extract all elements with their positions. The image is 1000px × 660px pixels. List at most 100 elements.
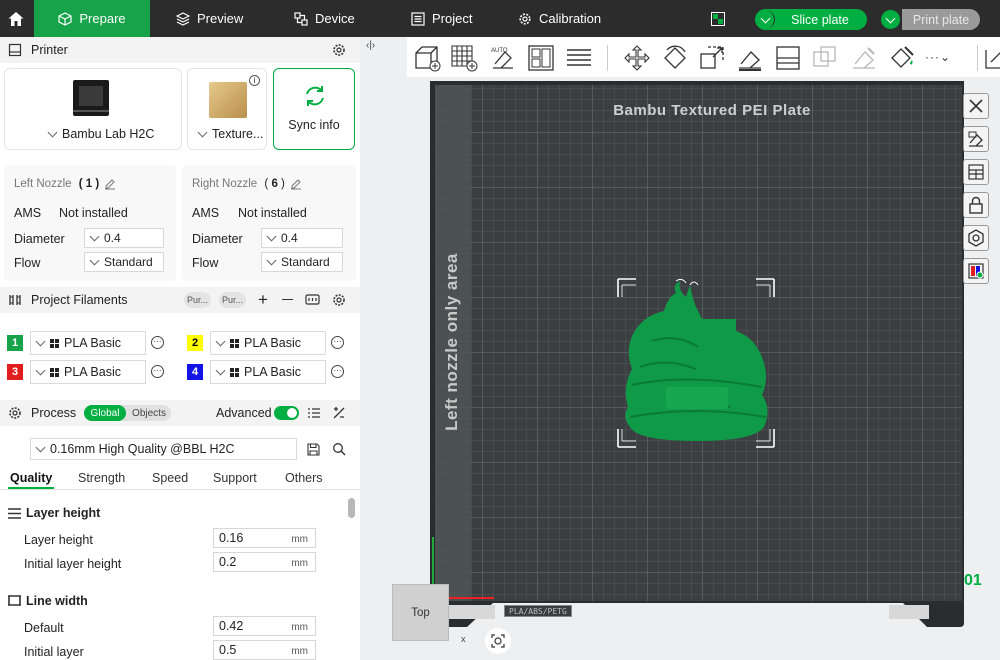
purge-pill-2[interactable]: Pur...: [219, 292, 246, 308]
close-view-icon[interactable]: [963, 93, 989, 119]
filament-brand-icon: [230, 367, 239, 377]
orient-plate-icon[interactable]: [963, 126, 989, 152]
tab-project[interactable]: Project: [411, 0, 472, 37]
lay-on-face-icon[interactable]: [735, 43, 765, 73]
home-icon[interactable]: [0, 0, 32, 37]
tab-preview[interactable]: Preview: [176, 0, 243, 37]
filament-brand-icon: [50, 338, 59, 348]
reset-view-button[interactable]: [485, 628, 511, 654]
purge-pill-1[interactable]: Pur...: [184, 292, 211, 308]
right-diameter-select[interactable]: 0.4: [261, 228, 343, 248]
remove-filament-icon[interactable]: [282, 299, 293, 301]
layers-split-icon[interactable]: [564, 43, 594, 73]
left-diameter-select[interactable]: 0.4: [84, 228, 164, 248]
arrange-plate-icon[interactable]: [963, 159, 989, 185]
objects-option[interactable]: Objects: [128, 405, 170, 421]
filament-map-icon[interactable]: [963, 258, 989, 284]
print-plate-button[interactable]: Print plate: [880, 9, 980, 30]
auto-orient-icon[interactable]: AUTO: [488, 43, 518, 73]
filament-more-icon[interactable]: ···: [331, 365, 344, 378]
filament-select-3[interactable]: PLA Basic: [30, 360, 146, 384]
default-line-width-input[interactable]: 0.42 mm: [213, 616, 316, 636]
save-icon[interactable]: [307, 443, 320, 456]
filament-more-icon[interactable]: ···: [151, 365, 164, 378]
more-tools-icon[interactable]: ···⌄: [925, 50, 951, 64]
boolean-icon[interactable]: [810, 43, 840, 73]
multi-plate-icon[interactable]: [711, 12, 725, 26]
plate-number[interactable]: 01: [964, 572, 982, 590]
device-icon: [294, 11, 308, 26]
layer-height-input[interactable]: 0.16 mm: [213, 528, 316, 548]
info-icon[interactable]: i: [249, 75, 260, 86]
right-ams-value: Not installed: [238, 206, 307, 220]
tab-calibration[interactable]: Calibration: [518, 0, 601, 37]
filament-select-2[interactable]: PLA Basic: [210, 331, 326, 355]
measure-icon[interactable]: [982, 43, 1000, 73]
printer-settings-icon[interactable]: [332, 43, 346, 57]
add-filament-icon[interactable]: +: [258, 290, 268, 310]
slice-dropdown-icon[interactable]: [756, 10, 775, 29]
edit-icon[interactable]: [290, 178, 302, 190]
global-objects-toggle[interactable]: Global Objects: [84, 405, 171, 421]
printer-section-header: Printer: [0, 37, 360, 63]
left-flow-select[interactable]: Standard: [84, 252, 164, 272]
move-icon[interactable]: [622, 43, 652, 73]
default-line-width-label: Default: [24, 621, 64, 635]
sync-info-button[interactable]: Sync info: [273, 68, 355, 150]
filament-select-1[interactable]: PLA Basic: [30, 331, 146, 355]
plate-thumbnail: [209, 82, 247, 118]
advanced-label: Advanced: [216, 406, 272, 420]
printer-model-selector[interactable]: Bambu Lab H2C: [43, 127, 154, 141]
filament-more-icon[interactable]: ···: [151, 336, 164, 349]
tab-prepare[interactable]: Prepare: [34, 0, 150, 37]
3d-viewport[interactable]: ‹|› AUTO ···⌄ Bambu Textured PEI Plate L…: [360, 37, 1000, 660]
rotate-icon[interactable]: [660, 43, 690, 73]
tab-support[interactable]: Support: [213, 471, 257, 485]
tab-quality[interactable]: Quality: [10, 471, 52, 485]
lock-icon[interactable]: [963, 192, 989, 218]
right-flow-value: Standard: [281, 255, 330, 269]
scale-icon[interactable]: [697, 43, 727, 73]
plate-settings-icon[interactable]: [963, 225, 989, 251]
compare-icon[interactable]: [332, 406, 346, 420]
settings-scrollbar[interactable]: [348, 498, 355, 518]
print-dropdown-icon[interactable]: [881, 10, 900, 29]
collapse-sidebar-icon[interactable]: ‹|›: [366, 40, 375, 51]
tab-others[interactable]: Others: [285, 471, 323, 485]
right-nozzle-header: Right Nozzle ( 6 ): [192, 178, 285, 190]
chevron-down-icon: [89, 255, 100, 266]
edit-icon[interactable]: [104, 178, 116, 190]
search-icon[interactable]: [332, 442, 346, 456]
right-nozzle-index-close: ): [277, 178, 285, 190]
plate-selector[interactable]: Texture...: [193, 127, 263, 141]
layer-height-value: 0.16: [219, 531, 244, 545]
advanced-toggle[interactable]: [274, 406, 299, 420]
chevron-down-icon: [197, 127, 208, 138]
initial-layer-line-width-input[interactable]: 0.5 mm: [213, 640, 316, 660]
initial-layer-height-input[interactable]: 0.2 mm: [213, 552, 316, 572]
add-plate-icon[interactable]: [449, 43, 479, 73]
cut-icon[interactable]: [773, 43, 803, 73]
printer-model-card[interactable]: Bambu Lab H2C: [4, 68, 182, 150]
support-paint-icon[interactable]: [849, 43, 879, 73]
filament-select-4[interactable]: PLA Basic: [210, 360, 326, 384]
filament-settings-icon[interactable]: [332, 293, 346, 307]
list-view-icon[interactable]: [307, 406, 321, 420]
color-paint-icon[interactable]: [887, 43, 917, 73]
line-width-icon: [8, 595, 21, 606]
filament-more-icon[interactable]: ···: [331, 336, 344, 349]
global-option[interactable]: Global: [84, 405, 126, 421]
slice-plate-button[interactable]: Slice plate: [755, 9, 867, 30]
arrange-icon[interactable]: [526, 43, 556, 73]
process-preset-select[interactable]: 0.16mm High Quality @BBL H2C: [30, 438, 297, 460]
plate-type-card[interactable]: i Texture...: [187, 68, 267, 150]
plate-material-tag: PLA/ABS/PETG: [504, 605, 572, 617]
view-cube-top[interactable]: Top: [392, 584, 449, 641]
ams-sync-icon[interactable]: [305, 293, 320, 307]
tab-device[interactable]: Device: [294, 0, 355, 37]
tab-strength[interactable]: Strength: [78, 471, 125, 485]
add-object-icon[interactable]: [412, 43, 442, 73]
dragon-model[interactable]: [616, 277, 776, 449]
tab-speed[interactable]: Speed: [152, 471, 188, 485]
right-flow-select[interactable]: Standard: [261, 252, 343, 272]
